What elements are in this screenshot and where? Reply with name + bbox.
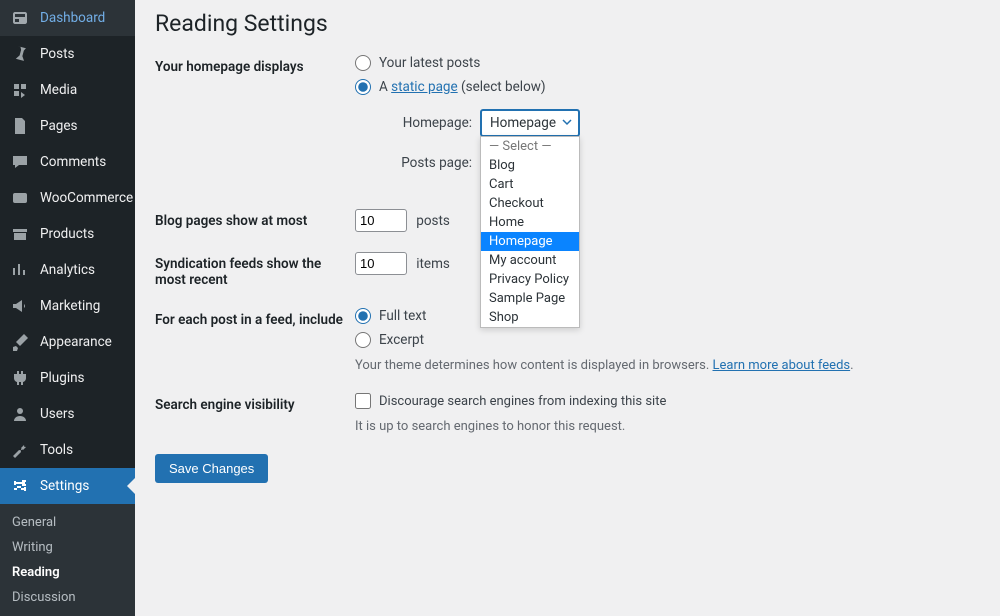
menu-label: Posts — [40, 46, 74, 62]
sidebar-item-appearance[interactable]: Appearance — [0, 324, 135, 360]
dropdown-option[interactable]: Sample Page — [481, 289, 579, 308]
syndication-input[interactable] — [355, 252, 407, 275]
sidebar-item-users[interactable]: Users — [0, 396, 135, 432]
main-content: Reading Settings Your homepage displays … — [135, 0, 1000, 616]
feed-include-label: For each post in a feed, include — [155, 308, 355, 328]
homepage-select-label: Homepage: — [377, 115, 472, 131]
menu-label: Plugins — [40, 370, 85, 386]
archive-icon — [10, 224, 30, 244]
menu-label: Marketing — [40, 298, 100, 314]
radio-full-text[interactable]: Full text — [355, 308, 980, 324]
sidebar-item-pages[interactable]: Pages — [0, 108, 135, 144]
blog-pages-unit: posts — [416, 213, 450, 229]
menu-label: Tools — [40, 442, 73, 458]
submenu-general[interactable]: General — [0, 510, 135, 535]
sidebar-item-products[interactable]: Products — [0, 216, 135, 252]
menu-label: Comments — [40, 154, 106, 170]
radio-label: Full text — [379, 308, 426, 324]
posts-page-select-label: Posts page: — [377, 155, 472, 171]
sidebar-item-woocommerce[interactable]: WooCommerce — [0, 180, 135, 216]
learn-more-link[interactable]: Learn more about feeds — [713, 358, 851, 373]
settings-submenu: General Writing Reading Discussion Media… — [0, 504, 135, 616]
discourage-search-checkbox[interactable]: Discourage search engines from indexing … — [355, 393, 980, 409]
blog-pages-label: Blog pages show at most — [155, 209, 355, 229]
sidebar-item-media[interactable]: Media — [0, 72, 135, 108]
checkbox-label: Discourage search engines from indexing … — [379, 394, 666, 409]
radio-latest-posts[interactable]: Your latest posts — [355, 55, 980, 71]
pin-icon — [10, 44, 30, 64]
dropdown-option[interactable]: Checkout — [481, 194, 579, 213]
sidebar-item-plugins[interactable]: Plugins — [0, 360, 135, 396]
settings-icon — [10, 476, 30, 496]
menu-label: Users — [40, 406, 74, 422]
blog-pages-input[interactable] — [355, 209, 407, 232]
menu-label: WooCommerce — [40, 190, 133, 206]
save-button[interactable]: Save Changes — [155, 454, 268, 483]
dropdown-option[interactable]: My account — [481, 251, 579, 270]
menu-label: Media — [40, 82, 77, 98]
search-description: It is up to search engines to honor this… — [355, 419, 980, 434]
radio-label: A static page (select below) — [379, 79, 546, 95]
sidebar-item-comments[interactable]: Comments — [0, 144, 135, 180]
menu-label: Dashboard — [40, 10, 105, 26]
menu-label: Appearance — [40, 334, 112, 350]
sidebar-item-marketing[interactable]: Marketing — [0, 288, 135, 324]
dropdown-option[interactable]: Shop — [481, 308, 579, 327]
radio-label: Excerpt — [379, 332, 424, 348]
radio-static-input[interactable] — [355, 79, 371, 95]
sidebar-item-dashboard[interactable]: Dashboard — [0, 0, 135, 36]
syndication-label: Syndication feeds show the most recent — [155, 252, 355, 288]
sidebar-item-posts[interactable]: Posts — [0, 36, 135, 72]
admin-sidebar: Dashboard Posts Media Pages Comments Woo… — [0, 0, 135, 616]
menu-label: Analytics — [40, 262, 95, 278]
homepage-displays-label: Your homepage displays — [155, 55, 355, 75]
menu-label: Products — [40, 226, 94, 242]
radio-label: Your latest posts — [379, 55, 480, 71]
sidebar-item-tools[interactable]: Tools — [0, 432, 135, 468]
search-visibility-label: Search engine visibility — [155, 393, 355, 413]
dropdown-option[interactable]: Cart — [481, 175, 579, 194]
tools-icon — [10, 440, 30, 460]
comment-icon — [10, 152, 30, 172]
page-icon — [10, 116, 30, 136]
plugin-icon — [10, 368, 30, 388]
chevron-down-icon — [562, 115, 572, 131]
sidebar-item-settings[interactable]: Settings — [0, 468, 135, 504]
static-page-link[interactable]: static page — [391, 79, 458, 95]
dropdown-option-highlighted[interactable]: Homepage — [481, 232, 579, 251]
homepage-select[interactable]: Homepage — [480, 109, 580, 137]
dashboard-icon — [10, 8, 30, 28]
media-icon — [10, 80, 30, 100]
menu-label: Pages — [40, 118, 78, 134]
submenu-media[interactable]: Media — [0, 610, 135, 616]
megaphone-icon — [10, 296, 30, 316]
submenu-reading[interactable]: Reading — [0, 560, 135, 585]
dropdown-option[interactable]: Blog — [481, 156, 579, 175]
dropdown-option[interactable]: — Select — — [481, 137, 579, 156]
brush-icon — [10, 332, 30, 352]
submenu-discussion[interactable]: Discussion — [0, 585, 135, 610]
radio-full-input[interactable] — [355, 308, 371, 324]
sidebar-item-analytics[interactable]: Analytics — [0, 252, 135, 288]
submenu-writing[interactable]: Writing — [0, 535, 135, 560]
homepage-dropdown: — Select — Blog Cart Checkout Home Homep… — [480, 136, 580, 328]
chart-icon — [10, 260, 30, 280]
woo-icon — [10, 188, 30, 208]
radio-static-page[interactable]: A static page (select below) — [355, 79, 980, 95]
page-title: Reading Settings — [155, 10, 980, 37]
users-icon — [10, 404, 30, 424]
syndication-unit: items — [416, 256, 450, 272]
feed-description: Your theme determines how content is dis… — [355, 358, 980, 373]
menu-label: Settings — [40, 478, 89, 494]
dropdown-option[interactable]: Home — [481, 213, 579, 232]
discourage-checkbox-input[interactable] — [355, 393, 371, 409]
radio-excerpt[interactable]: Excerpt — [355, 332, 980, 348]
radio-latest-input[interactable] — [355, 55, 371, 71]
dropdown-option[interactable]: Privacy Policy — [481, 270, 579, 289]
radio-excerpt-input[interactable] — [355, 332, 371, 348]
